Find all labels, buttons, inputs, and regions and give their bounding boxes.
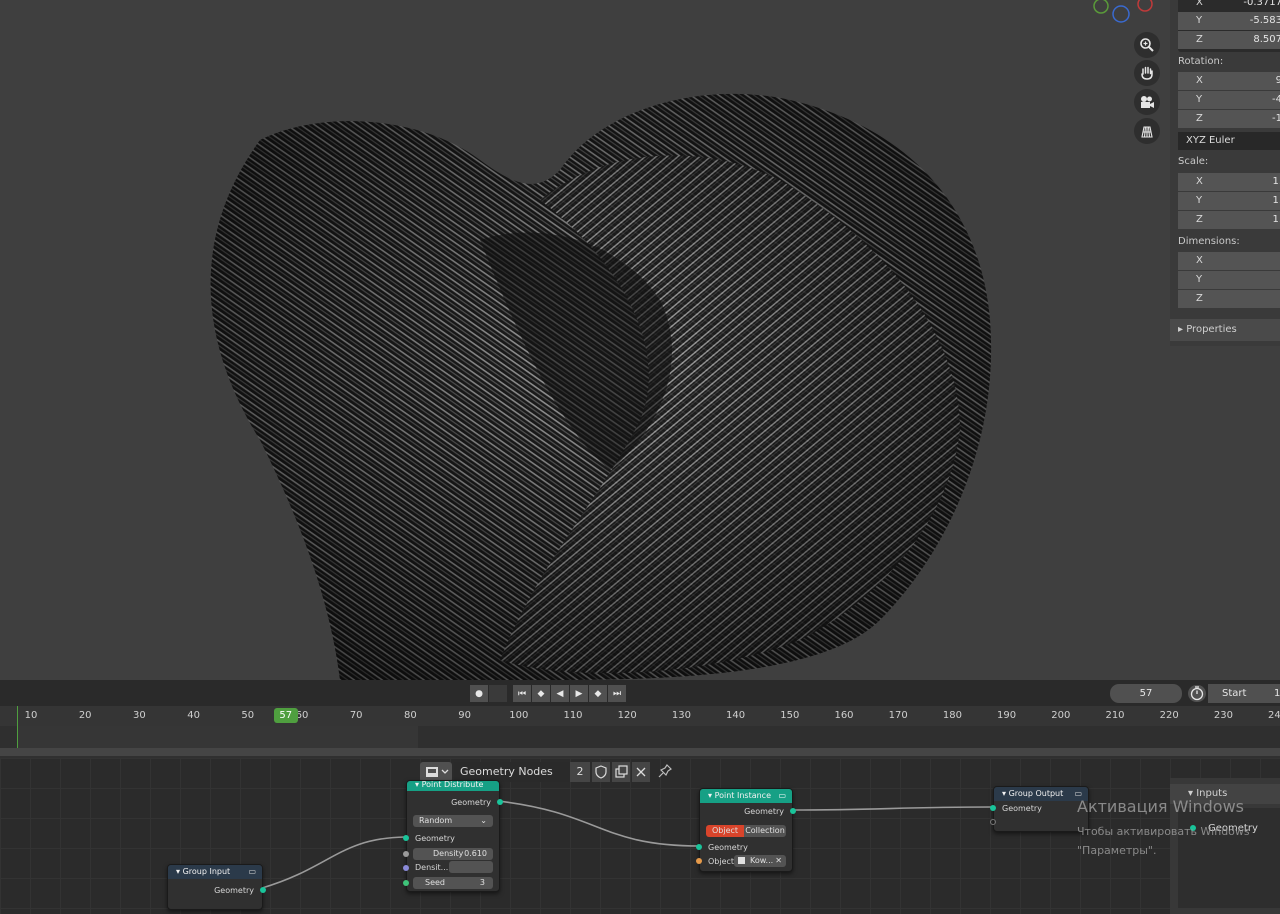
frame-tick: 90 bbox=[458, 710, 471, 721]
frame-tick: 70 bbox=[349, 710, 363, 721]
geometry-output-socket[interactable] bbox=[497, 799, 503, 805]
frame-tick: 10 bbox=[24, 710, 38, 721]
properties-panel-toggle[interactable]: ▸ Properties bbox=[1170, 319, 1280, 341]
next-keyframe-icon[interactable]: ◆ bbox=[589, 685, 607, 702]
windows-activation-text: Чтобы активировать Windows "Параметры". bbox=[1077, 825, 1250, 857]
timeline-editor[interactable]: ● ⏮ ◆ ◀ ▶ ◆ ⏭ 57 Start 1 10 20 30 40 50 60 70 8… bbox=[0, 680, 1280, 758]
frame-tick: 110 bbox=[563, 710, 583, 721]
seed-field[interactable]: Seed 3 bbox=[413, 877, 493, 889]
grid-icon[interactable] bbox=[1134, 118, 1160, 144]
timeline-scrollbar[interactable] bbox=[0, 748, 1280, 756]
point-instance-node[interactable]: ▾ Point Instance ▭ Geometry Object Colle… bbox=[696, 788, 796, 872]
rotation-x-field[interactable]: X9 bbox=[1178, 72, 1280, 90]
geometry-output-socket[interactable] bbox=[260, 887, 266, 893]
frame-tick: 140 bbox=[726, 710, 746, 721]
frame-tick: 50 bbox=[241, 710, 255, 721]
distribute-mode-select[interactable]: Random ⌄ bbox=[413, 815, 493, 827]
frame-tick: 30 bbox=[133, 710, 146, 721]
monitor-icon: ▭ bbox=[778, 791, 786, 800]
instance-type-collection[interactable]: Collection bbox=[744, 825, 786, 837]
frame-tick: 170 bbox=[888, 710, 908, 721]
frame-tick: 230 bbox=[1213, 710, 1233, 721]
scale-y-field[interactable]: Y1. bbox=[1178, 192, 1280, 210]
frame-tick: 180 bbox=[942, 710, 962, 721]
hand-pan-icon[interactable] bbox=[1134, 60, 1160, 86]
frame-tick: 20 bbox=[78, 710, 92, 721]
triangle-right-icon: ▸ bbox=[1178, 324, 1187, 335]
timeline-ruler[interactable]: 10 20 30 40 50 60 70 80 90 100 110 120 130 140 150 160 1… bbox=[0, 706, 1280, 726]
density-attribute-field[interactable] bbox=[449, 861, 493, 873]
cube-icon bbox=[738, 857, 745, 864]
geometry-input-socket[interactable] bbox=[403, 835, 409, 841]
record-icon[interactable]: ● bbox=[470, 685, 488, 702]
dimensions-label: Dimensions: bbox=[1178, 236, 1240, 247]
jump-start-icon[interactable]: ⏮ bbox=[513, 685, 531, 702]
instance-type-object[interactable]: Object bbox=[706, 825, 744, 837]
frame-tick: 150 bbox=[780, 710, 800, 721]
prev-keyframe-icon[interactable]: ◆ bbox=[532, 685, 550, 702]
point-distribute-node[interactable]: ▾ Point Distribute Geometry Random ⌄ Geom… bbox=[403, 780, 503, 892]
stopwatch-icon[interactable] bbox=[1188, 685, 1206, 702]
frame-tick: 160 bbox=[834, 710, 854, 721]
keying-icon[interactable] bbox=[489, 685, 507, 702]
jump-end-icon[interactable]: ⏭ bbox=[608, 685, 626, 702]
object-field[interactable]: Kow... ✕ bbox=[734, 855, 786, 867]
seed-input-socket[interactable] bbox=[403, 880, 409, 886]
group-input-node[interactable]: ▾ Group Input ▭ Geometry bbox=[167, 864, 266, 910]
frame-tick: 130 bbox=[671, 710, 691, 721]
timeline-track[interactable] bbox=[0, 706, 1280, 748]
camera-icon[interactable] bbox=[1134, 89, 1160, 115]
dimensions-y-field[interactable]: Y bbox=[1178, 271, 1280, 289]
frame-tick: 240 bbox=[1268, 710, 1280, 721]
frame-tick: 100 bbox=[509, 710, 529, 721]
start-frame-field[interactable]: Start 1 bbox=[1208, 684, 1280, 703]
frame-tick: 200 bbox=[1051, 710, 1071, 721]
geometry-input-socket[interactable] bbox=[990, 805, 996, 811]
timeline-header: ● ⏮ ◆ ◀ ▶ ◆ ⏭ 57 Start 1 bbox=[0, 680, 1280, 706]
scale-x-field[interactable]: X1. bbox=[1178, 173, 1280, 191]
play-reverse-icon[interactable]: ◀ bbox=[551, 685, 569, 702]
location-z-field[interactable]: Z 8.507 bbox=[1178, 31, 1280, 49]
frame-tick: 220 bbox=[1159, 710, 1179, 721]
frame-tick: 120 bbox=[617, 710, 637, 721]
rotation-z-field[interactable]: Z -1 bbox=[1178, 110, 1280, 128]
rotation-mode-select[interactable]: XYZ Euler bbox=[1178, 132, 1280, 150]
3d-viewport[interactable] bbox=[0, 0, 1280, 680]
group-output-node[interactable]: ▾ Group Output ▭ Geometry bbox=[990, 786, 1089, 832]
windows-activation-title: Активация Windows bbox=[1077, 797, 1244, 816]
current-frame-indicator[interactable]: 57 bbox=[273, 708, 298, 723]
current-frame-field[interactable]: 57 bbox=[1110, 684, 1182, 703]
object-input-socket[interactable] bbox=[696, 858, 702, 864]
rotation-label: Rotation: bbox=[1178, 56, 1224, 67]
fur-heart-model bbox=[210, 93, 992, 680]
zoom-icon[interactable] bbox=[1134, 32, 1160, 58]
density-attribute-socket[interactable] bbox=[403, 865, 409, 871]
play-icon[interactable]: ▶ bbox=[570, 685, 588, 702]
geometry-input-socket[interactable] bbox=[696, 844, 702, 850]
clear-icon[interactable]: ✕ bbox=[775, 855, 782, 867]
monitor-icon: ▭ bbox=[248, 867, 256, 876]
frame-tick: 210 bbox=[1105, 710, 1125, 721]
dimensions-x-field[interactable]: X bbox=[1178, 252, 1280, 270]
frame-tick: 190 bbox=[997, 710, 1017, 721]
axis-gizmo[interactable] bbox=[1090, 0, 1160, 26]
empty-input-socket[interactable] bbox=[990, 819, 996, 825]
transform-panel: X -0.3717 Y -5.583 Z 8.507 Rotation: X9 Y -4… bbox=[1170, 0, 1280, 346]
active-range bbox=[18, 726, 418, 748]
dimensions-z-field[interactable]: Z bbox=[1178, 290, 1280, 308]
location-x-field[interactable]: X -0.3717 bbox=[1178, 0, 1280, 12]
rotation-y-field[interactable]: Y -4 bbox=[1178, 91, 1280, 109]
density-field[interactable]: Density 0.610 bbox=[413, 848, 493, 860]
scale-label: Scale: bbox=[1178, 156, 1209, 167]
density-input-socket[interactable] bbox=[403, 851, 409, 857]
chevron-down-icon: ⌄ bbox=[480, 816, 487, 825]
geometry-output-socket[interactable] bbox=[790, 808, 796, 814]
frame-tick: 80 bbox=[404, 710, 417, 721]
location-y-field[interactable]: Y -5.583 bbox=[1178, 12, 1280, 30]
scale-z-field[interactable]: Z1. bbox=[1178, 211, 1280, 229]
frame-tick: 40 bbox=[187, 710, 200, 721]
